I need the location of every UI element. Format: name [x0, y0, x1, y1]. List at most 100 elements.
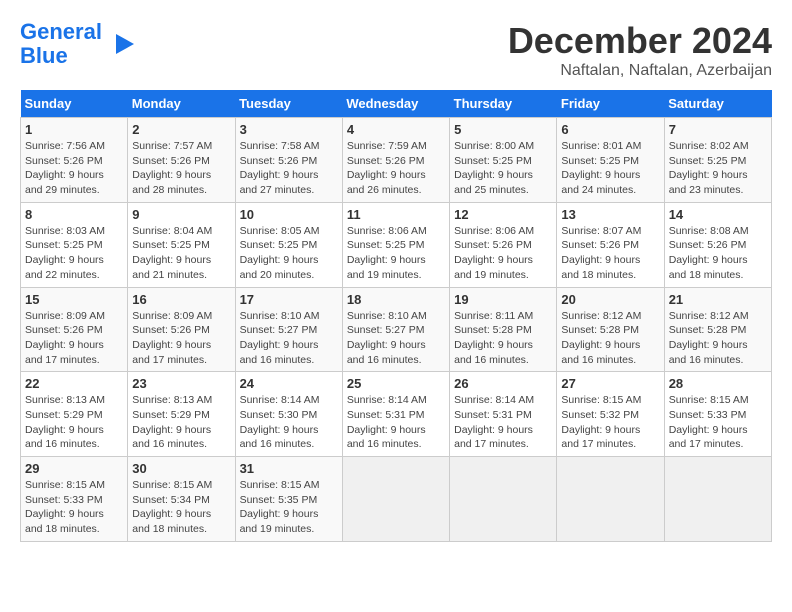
col-wednesday: Wednesday — [342, 90, 449, 118]
day-info: Sunrise: 8:00 AMSunset: 5:25 PMDaylight:… — [454, 140, 534, 196]
table-cell — [557, 457, 664, 542]
table-cell: 11 Sunrise: 8:06 AMSunset: 5:25 PMDaylig… — [342, 202, 449, 287]
day-number: 30 — [132, 461, 230, 476]
day-number: 10 — [240, 207, 338, 222]
day-info: Sunrise: 8:10 AMSunset: 5:27 PMDaylight:… — [240, 310, 320, 366]
day-number: 31 — [240, 461, 338, 476]
day-number: 4 — [347, 122, 445, 137]
day-info: Sunrise: 7:59 AMSunset: 5:26 PMDaylight:… — [347, 140, 427, 196]
table-cell: 21 Sunrise: 8:12 AMSunset: 5:28 PMDaylig… — [664, 287, 771, 372]
day-number: 9 — [132, 207, 230, 222]
day-info: Sunrise: 8:14 AMSunset: 5:31 PMDaylight:… — [454, 394, 534, 450]
day-info: Sunrise: 8:15 AMSunset: 5:34 PMDaylight:… — [132, 479, 212, 535]
day-number: 23 — [132, 376, 230, 391]
table-cell: 12 Sunrise: 8:06 AMSunset: 5:26 PMDaylig… — [450, 202, 557, 287]
day-info: Sunrise: 8:15 AMSunset: 5:35 PMDaylight:… — [240, 479, 320, 535]
day-info: Sunrise: 8:09 AMSunset: 5:26 PMDaylight:… — [25, 310, 105, 366]
table-cell: 31 Sunrise: 8:15 AMSunset: 5:35 PMDaylig… — [235, 457, 342, 542]
table-cell: 26 Sunrise: 8:14 AMSunset: 5:31 PMDaylig… — [450, 372, 557, 457]
table-cell: 17 Sunrise: 8:10 AMSunset: 5:27 PMDaylig… — [235, 287, 342, 372]
day-number: 25 — [347, 376, 445, 391]
day-number: 29 — [25, 461, 123, 476]
day-info: Sunrise: 8:13 AMSunset: 5:29 PMDaylight:… — [25, 394, 105, 450]
table-cell: 8 Sunrise: 8:03 AMSunset: 5:25 PMDayligh… — [21, 202, 128, 287]
day-info: Sunrise: 7:56 AMSunset: 5:26 PMDaylight:… — [25, 140, 105, 196]
col-sunday: Sunday — [21, 90, 128, 118]
table-cell: 23 Sunrise: 8:13 AMSunset: 5:29 PMDaylig… — [128, 372, 235, 457]
day-info: Sunrise: 8:01 AMSunset: 5:25 PMDaylight:… — [561, 140, 641, 196]
calendar-table: Sunday Monday Tuesday Wednesday Thursday… — [20, 90, 772, 542]
day-number: 12 — [454, 207, 552, 222]
day-number: 3 — [240, 122, 338, 137]
day-info: Sunrise: 8:04 AMSunset: 5:25 PMDaylight:… — [132, 225, 212, 281]
day-info: Sunrise: 8:12 AMSunset: 5:28 PMDaylight:… — [561, 310, 641, 366]
table-cell: 1 Sunrise: 7:56 AMSunset: 5:26 PMDayligh… — [21, 118, 128, 203]
col-tuesday: Tuesday — [235, 90, 342, 118]
col-monday: Monday — [128, 90, 235, 118]
day-number: 6 — [561, 122, 659, 137]
day-info: Sunrise: 8:10 AMSunset: 5:27 PMDaylight:… — [347, 310, 427, 366]
table-cell: 24 Sunrise: 8:14 AMSunset: 5:30 PMDaylig… — [235, 372, 342, 457]
day-number: 22 — [25, 376, 123, 391]
day-number: 7 — [669, 122, 767, 137]
table-cell: 20 Sunrise: 8:12 AMSunset: 5:28 PMDaylig… — [557, 287, 664, 372]
title-block: December 2024 Naftalan, Naftalan, Azerba… — [508, 20, 772, 80]
table-cell: 9 Sunrise: 8:04 AMSunset: 5:25 PMDayligh… — [128, 202, 235, 287]
day-number: 21 — [669, 292, 767, 307]
col-saturday: Saturday — [664, 90, 771, 118]
day-number: 15 — [25, 292, 123, 307]
table-cell: 14 Sunrise: 8:08 AMSunset: 5:26 PMDaylig… — [664, 202, 771, 287]
day-number: 17 — [240, 292, 338, 307]
day-info: Sunrise: 8:11 AMSunset: 5:28 PMDaylight:… — [454, 310, 533, 366]
day-number: 1 — [25, 122, 123, 137]
day-info: Sunrise: 8:08 AMSunset: 5:26 PMDaylight:… — [669, 225, 749, 281]
col-friday: Friday — [557, 90, 664, 118]
day-number: 24 — [240, 376, 338, 391]
table-cell: 6 Sunrise: 8:01 AMSunset: 5:25 PMDayligh… — [557, 118, 664, 203]
day-number: 8 — [25, 207, 123, 222]
day-number: 14 — [669, 207, 767, 222]
day-number: 13 — [561, 207, 659, 222]
table-cell: 13 Sunrise: 8:07 AMSunset: 5:26 PMDaylig… — [557, 202, 664, 287]
day-number: 27 — [561, 376, 659, 391]
table-cell: 29 Sunrise: 8:15 AMSunset: 5:33 PMDaylig… — [21, 457, 128, 542]
table-cell: 25 Sunrise: 8:14 AMSunset: 5:31 PMDaylig… — [342, 372, 449, 457]
day-info: Sunrise: 8:12 AMSunset: 5:28 PMDaylight:… — [669, 310, 749, 366]
table-cell: 22 Sunrise: 8:13 AMSunset: 5:29 PMDaylig… — [21, 372, 128, 457]
day-info: Sunrise: 7:58 AMSunset: 5:26 PMDaylight:… — [240, 140, 320, 196]
day-info: Sunrise: 8:14 AMSunset: 5:30 PMDaylight:… — [240, 394, 320, 450]
table-cell: 3 Sunrise: 7:58 AMSunset: 5:26 PMDayligh… — [235, 118, 342, 203]
table-cell — [450, 457, 557, 542]
day-number: 19 — [454, 292, 552, 307]
day-info: Sunrise: 8:15 AMSunset: 5:33 PMDaylight:… — [669, 394, 749, 450]
table-cell: 16 Sunrise: 8:09 AMSunset: 5:26 PMDaylig… — [128, 287, 235, 372]
logo-icon — [106, 29, 136, 59]
table-cell: 19 Sunrise: 8:11 AMSunset: 5:28 PMDaylig… — [450, 287, 557, 372]
day-info: Sunrise: 7:57 AMSunset: 5:26 PMDaylight:… — [132, 140, 212, 196]
month-title: December 2024 — [508, 20, 772, 62]
day-info: Sunrise: 8:07 AMSunset: 5:26 PMDaylight:… — [561, 225, 641, 281]
day-number: 26 — [454, 376, 552, 391]
day-info: Sunrise: 8:03 AMSunset: 5:25 PMDaylight:… — [25, 225, 105, 281]
day-info: Sunrise: 8:06 AMSunset: 5:25 PMDaylight:… — [347, 225, 427, 281]
page-header: GeneralBlue December 2024 Naftalan, Naft… — [20, 20, 772, 80]
table-cell: 28 Sunrise: 8:15 AMSunset: 5:33 PMDaylig… — [664, 372, 771, 457]
day-info: Sunrise: 8:02 AMSunset: 5:25 PMDaylight:… — [669, 140, 749, 196]
table-cell: 30 Sunrise: 8:15 AMSunset: 5:34 PMDaylig… — [128, 457, 235, 542]
table-cell: 27 Sunrise: 8:15 AMSunset: 5:32 PMDaylig… — [557, 372, 664, 457]
day-info: Sunrise: 8:15 AMSunset: 5:33 PMDaylight:… — [25, 479, 105, 535]
day-number: 18 — [347, 292, 445, 307]
table-cell: 7 Sunrise: 8:02 AMSunset: 5:25 PMDayligh… — [664, 118, 771, 203]
day-info: Sunrise: 8:09 AMSunset: 5:26 PMDaylight:… — [132, 310, 212, 366]
day-info: Sunrise: 8:15 AMSunset: 5:32 PMDaylight:… — [561, 394, 641, 450]
location-title: Naftalan, Naftalan, Azerbaijan — [508, 62, 772, 80]
logo-text: GeneralBlue — [20, 20, 102, 68]
day-info: Sunrise: 8:13 AMSunset: 5:29 PMDaylight:… — [132, 394, 212, 450]
table-cell: 4 Sunrise: 7:59 AMSunset: 5:26 PMDayligh… — [342, 118, 449, 203]
col-thursday: Thursday — [450, 90, 557, 118]
day-number: 5 — [454, 122, 552, 137]
day-info: Sunrise: 8:05 AMSunset: 5:25 PMDaylight:… — [240, 225, 320, 281]
day-number: 20 — [561, 292, 659, 307]
table-cell: 10 Sunrise: 8:05 AMSunset: 5:25 PMDaylig… — [235, 202, 342, 287]
table-cell: 5 Sunrise: 8:00 AMSunset: 5:25 PMDayligh… — [450, 118, 557, 203]
